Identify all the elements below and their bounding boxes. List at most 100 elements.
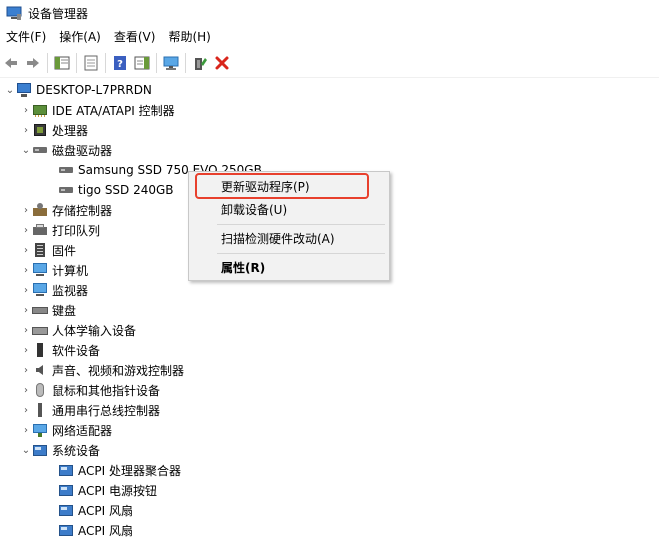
show-hide-console-tree-button[interactable] bbox=[51, 52, 73, 74]
usb-icon bbox=[32, 402, 48, 418]
tree-item-processor[interactable]: › 处理器 bbox=[20, 120, 88, 140]
tree-item-firmware[interactable]: › 固件 bbox=[20, 240, 76, 260]
forward-arrow-icon bbox=[27, 58, 39, 68]
monitor-scan-icon bbox=[163, 56, 179, 70]
tree-root-label: DESKTOP-L7PRRDN bbox=[36, 83, 152, 97]
tree-item-disk-drives[interactable]: ⌄ 磁盘驱动器 bbox=[20, 140, 112, 160]
toolbar: ? bbox=[0, 49, 659, 78]
tree-item-label: 磁盘驱动器 bbox=[52, 143, 113, 158]
chevron-right-icon[interactable]: › bbox=[20, 100, 32, 120]
tree-item-keyboards[interactable]: › 键盘 bbox=[20, 300, 76, 320]
console-tree-icon bbox=[54, 56, 70, 70]
chevron-right-icon[interactable]: › bbox=[20, 120, 32, 140]
tree-item-label: 鼠标和其他指针设备 bbox=[52, 383, 161, 398]
chevron-right-icon[interactable]: › bbox=[20, 360, 32, 380]
update-driver-button[interactable] bbox=[189, 52, 211, 74]
tree-item-label: 固件 bbox=[52, 243, 77, 258]
uninstall-device-button[interactable] bbox=[211, 52, 233, 74]
tree-item-acpi-aggregator[interactable]: ACPI 处理器聚合器 bbox=[58, 460, 181, 480]
context-menu-uninstall-device[interactable]: 卸载设备(U) bbox=[189, 199, 389, 221]
tree-item-label: 打印队列 bbox=[52, 223, 101, 238]
tree-item-usb[interactable]: › 通用串行总线控制器 bbox=[20, 400, 160, 420]
toolbar-separator bbox=[76, 53, 77, 73]
action-pane-button[interactable] bbox=[131, 52, 153, 74]
tree-item-acpi-fan[interactable]: ACPI 风扇 bbox=[58, 520, 133, 540]
menu-help[interactable]: 帮助(H) bbox=[162, 26, 217, 48]
printer-icon bbox=[32, 222, 48, 238]
tree-item-label: 通用串行总线控制器 bbox=[52, 403, 161, 418]
chevron-right-icon[interactable]: › bbox=[20, 240, 32, 260]
monitor-icon bbox=[32, 282, 48, 298]
chevron-right-icon[interactable]: › bbox=[20, 380, 32, 400]
chevron-right-icon[interactable]: › bbox=[20, 200, 32, 220]
menu-action[interactable]: 操作(A) bbox=[53, 26, 108, 48]
toolbar-separator bbox=[105, 53, 106, 73]
mouse-icon bbox=[32, 382, 48, 398]
storage-controller-icon bbox=[32, 202, 48, 218]
menu-bar: 文件(F) 操作(A) 查看(V) 帮助(H) bbox=[0, 26, 659, 48]
chevron-right-icon[interactable]: › bbox=[20, 260, 32, 280]
hid-icon bbox=[32, 322, 48, 338]
toolbar-separator bbox=[185, 53, 186, 73]
chevron-right-icon[interactable]: › bbox=[20, 320, 32, 340]
tree-item-acpi-fan[interactable]: ACPI 风扇 bbox=[58, 500, 133, 520]
tree-item-label: IDE ATA/ATAPI 控制器 bbox=[52, 103, 175, 118]
chevron-right-icon[interactable]: › bbox=[20, 340, 32, 360]
chevron-down-icon[interactable]: ⌄ bbox=[20, 140, 32, 160]
menu-file[interactable]: 文件(F) bbox=[0, 26, 53, 48]
firmware-icon bbox=[32, 242, 48, 258]
title-bar: 设备管理器 bbox=[0, 0, 659, 26]
computer-icon bbox=[32, 262, 48, 278]
disk-icon bbox=[58, 162, 74, 178]
tree-item-label: 监视器 bbox=[52, 283, 89, 298]
computer-root-icon bbox=[16, 82, 32, 98]
tree-item-label: 系统设备 bbox=[52, 443, 101, 458]
chevron-right-icon[interactable]: › bbox=[20, 220, 32, 240]
tree-item-hid[interactable]: › 人体学输入设备 bbox=[20, 320, 136, 340]
tree-item-network[interactable]: › 网络适配器 bbox=[20, 420, 112, 440]
back-button[interactable] bbox=[0, 52, 22, 74]
tree-item-label: ACPI 电源按钮 bbox=[78, 483, 157, 498]
tree-item-tigo-ssd[interactable]: tigo SSD 240GB bbox=[58, 180, 174, 200]
tree-item-label: 人体学输入设备 bbox=[52, 323, 137, 338]
properties-button[interactable] bbox=[80, 52, 102, 74]
context-menu-properties[interactable]: 属性(R) bbox=[189, 257, 389, 279]
menu-view[interactable]: 查看(V) bbox=[108, 26, 163, 48]
processor-icon bbox=[32, 122, 48, 138]
context-menu-scan-hardware[interactable]: 扫描检测硬件改动(A) bbox=[189, 228, 389, 250]
tree-item-software-devices[interactable]: › 软件设备 bbox=[20, 340, 100, 360]
chevron-right-icon[interactable]: › bbox=[20, 280, 32, 300]
tree-item-label: 存储控制器 bbox=[52, 203, 113, 218]
forward-button[interactable] bbox=[22, 52, 44, 74]
disk-drive-icon bbox=[32, 142, 48, 158]
help-button[interactable]: ? bbox=[109, 52, 131, 74]
tree-item-computer[interactable]: › 计算机 bbox=[20, 260, 88, 280]
scan-hardware-button[interactable] bbox=[160, 52, 182, 74]
acpi-icon bbox=[58, 522, 74, 538]
tree-item-storage-controllers[interactable]: › 存储控制器 bbox=[20, 200, 112, 220]
tree-item-label: 键盘 bbox=[52, 303, 77, 318]
tree-item-label: 软件设备 bbox=[52, 343, 101, 358]
action-pane-icon bbox=[134, 56, 150, 70]
chevron-right-icon[interactable]: › bbox=[20, 420, 32, 440]
chevron-down-icon[interactable]: ⌄ bbox=[20, 440, 32, 460]
tree-item-ide[interactable]: › IDE ATA/ATAPI 控制器 bbox=[20, 100, 175, 120]
tree-item-label: 声音、视频和游戏控制器 bbox=[52, 363, 185, 378]
chevron-right-icon[interactable]: › bbox=[20, 300, 32, 320]
window-title: 设备管理器 bbox=[28, 6, 89, 21]
chevron-down-icon[interactable]: ⌄ bbox=[4, 80, 16, 100]
tree-item-monitors[interactable]: › 监视器 bbox=[20, 280, 88, 300]
disk-icon bbox=[58, 182, 74, 198]
ide-controller-icon bbox=[32, 102, 48, 118]
acpi-icon bbox=[58, 482, 74, 498]
tree-item-label: ACPI 风扇 bbox=[78, 503, 133, 518]
tree-item-mice[interactable]: › 鼠标和其他指针设备 bbox=[20, 380, 160, 400]
tree-item-print-queues[interactable]: › 打印队列 bbox=[20, 220, 100, 240]
tree-item-system-devices[interactable]: ⌄ 系统设备 bbox=[20, 440, 100, 460]
tree-root[interactable]: ⌄ DESKTOP-L7PRRDN bbox=[4, 80, 152, 100]
chevron-right-icon[interactable]: › bbox=[20, 400, 32, 420]
tree-item-sound[interactable]: › 声音、视频和游戏控制器 bbox=[20, 360, 184, 380]
tree-item-acpi-power-button[interactable]: ACPI 电源按钮 bbox=[58, 480, 157, 500]
tree-item-label: 处理器 bbox=[52, 123, 89, 138]
network-adapter-icon bbox=[32, 422, 48, 438]
